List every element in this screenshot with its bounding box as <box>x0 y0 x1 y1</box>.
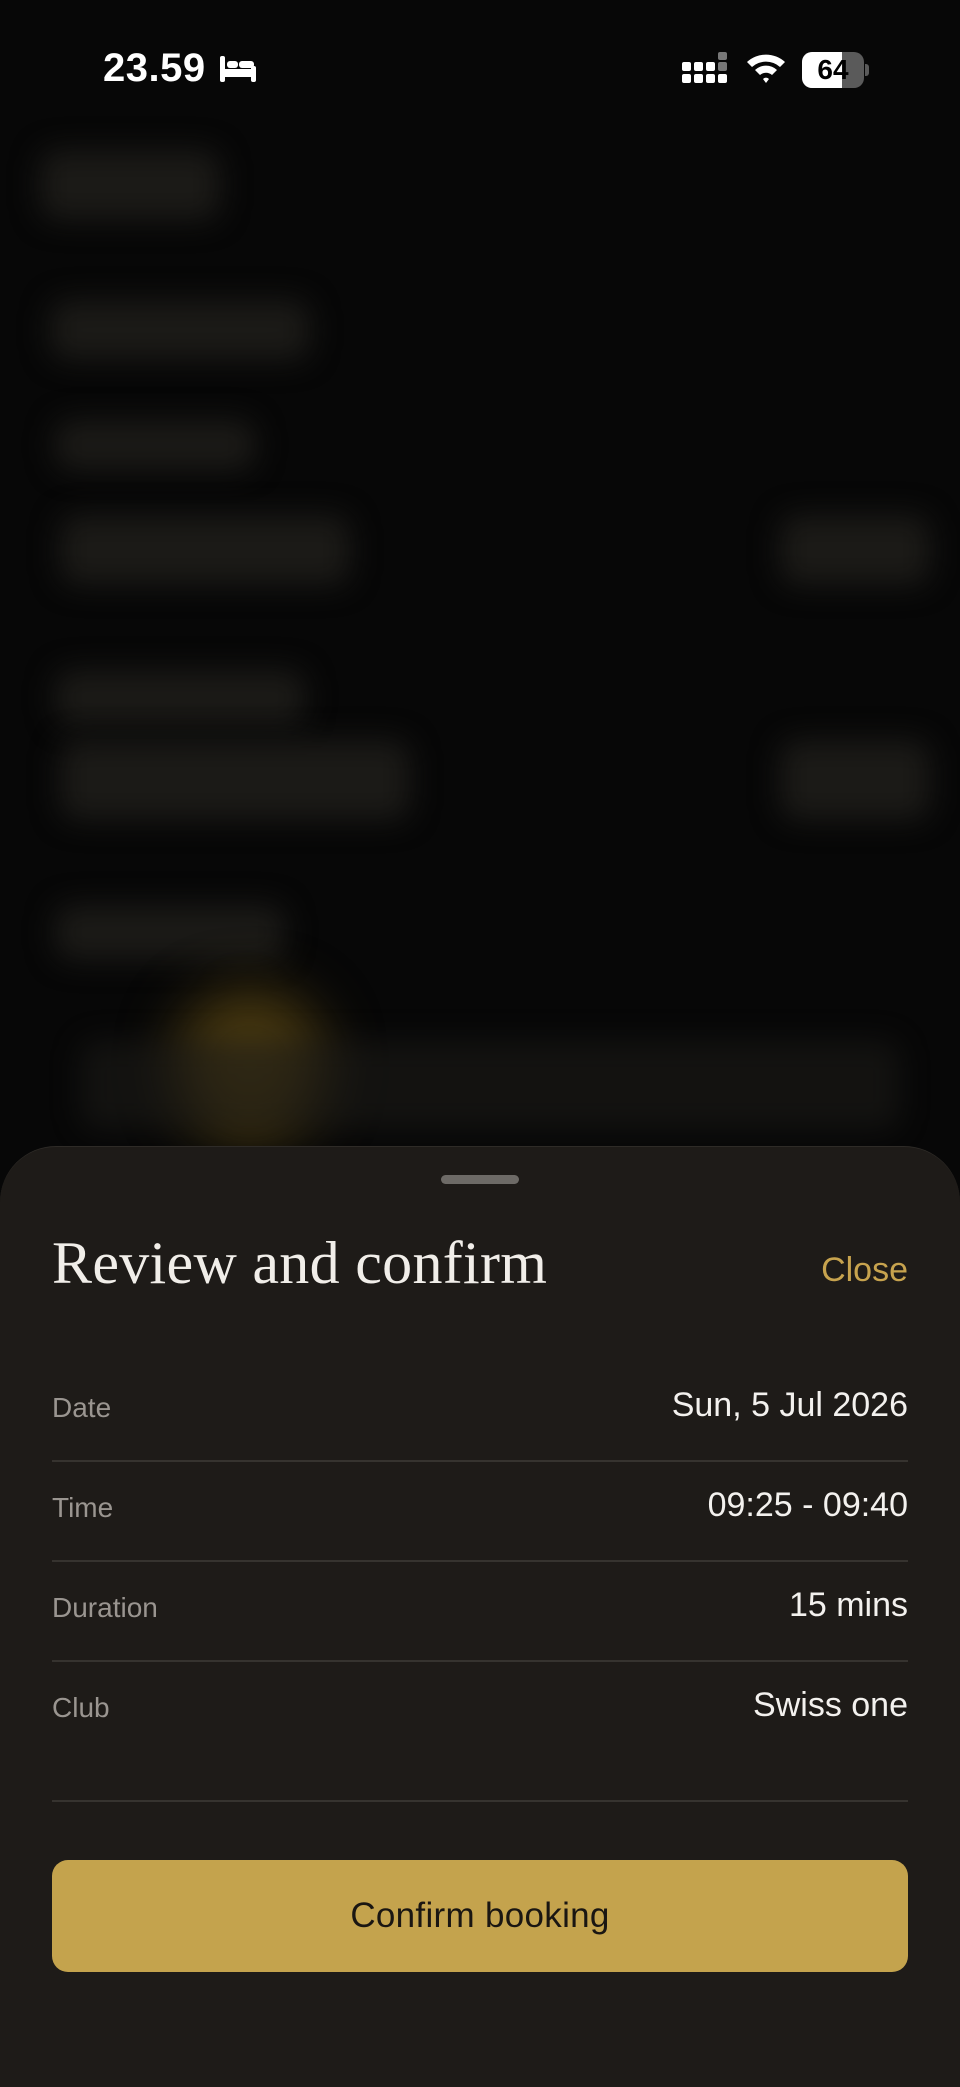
bed-icon <box>220 56 256 82</box>
status-bar: 23.59 64 <box>0 0 960 140</box>
detail-row-time: Time 09:25 - 09:40 <box>52 1462 908 1562</box>
sheet-title: Review and confirm <box>52 1230 548 1296</box>
detail-label: Club <box>52 1692 110 1723</box>
status-time: 23.59 <box>103 46 206 90</box>
blurred-row <box>780 515 930 585</box>
blurred-row <box>60 740 410 820</box>
detail-row-date: Date Sun, 5 Jul 2026 <box>52 1362 908 1462</box>
cellular-signal-icon <box>682 52 727 83</box>
detail-label: Time <box>52 1492 114 1523</box>
detail-value: Sun, 5 Jul 2026 <box>671 1386 908 1424</box>
wifi-icon <box>747 54 785 83</box>
blurred-header <box>40 150 220 220</box>
battery-level: 64 <box>817 54 849 85</box>
detail-row-club: Club Swiss one <box>52 1662 908 1802</box>
blurred-text <box>55 670 305 725</box>
detail-row-duration: Duration 15 mins <box>52 1562 908 1662</box>
blurred-calendar <box>80 1040 900 1130</box>
detail-label: Date <box>52 1392 112 1423</box>
sheet-grabber[interactable] <box>441 1175 519 1184</box>
booking-details: Date Sun, 5 Jul 2026 Time 09:25 - 09:40 … <box>52 1362 908 1802</box>
detail-value: Swiss one <box>753 1686 908 1724</box>
battery-icon: 64 <box>802 52 869 88</box>
blurred-text <box>55 905 285 960</box>
detail-value: 09:25 - 09:40 <box>707 1486 908 1524</box>
blurred-text <box>55 420 255 470</box>
blurred-row <box>60 515 350 585</box>
detail-value: 15 mins <box>788 1586 908 1624</box>
review-sheet: Review and confirm Close Date Sun, 5 Jul… <box>0 1146 960 2087</box>
blurred-row <box>780 740 930 820</box>
detail-label: Duration <box>52 1592 158 1623</box>
blurred-text <box>50 300 310 360</box>
confirm-booking-button[interactable]: Confirm booking <box>52 1860 908 1972</box>
close-button[interactable]: Close <box>821 1251 908 1290</box>
